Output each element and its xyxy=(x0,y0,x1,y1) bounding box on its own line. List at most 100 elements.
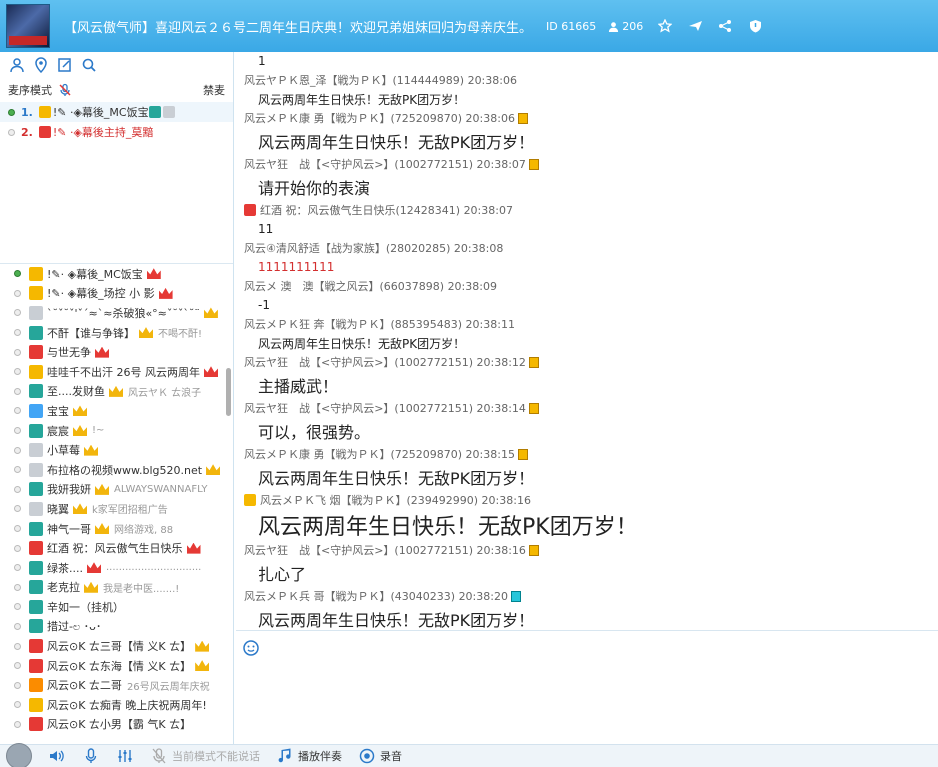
user-list-item[interactable]: 红酒 祝：风云傲气生日快乐 xyxy=(0,538,233,558)
volume-icon[interactable] xyxy=(48,747,66,765)
user-name: 辛如一（挂机） xyxy=(47,600,124,614)
location-icon[interactable] xyxy=(32,56,50,74)
user-name: !✎· ◈幕後_场控 小 影 xyxy=(47,287,155,301)
user-list-item[interactable]: 风云⊙K ㄊ痴青 晚上庆祝两周年! xyxy=(0,695,233,715)
record-icon[interactable] xyxy=(358,747,376,765)
user-list-item[interactable]: 风云⊙K ㄊ二哥 26号风云周年庆祝 xyxy=(0,675,233,695)
user-list-item[interactable]: 哇哇千不出汗 26号 风云两周年 xyxy=(0,362,233,382)
chat-text: 11 xyxy=(258,222,274,236)
chat-sender[interactable]: 风云メＰＫ狂 奔【戦为ＰＫ】(885395483) 20:38:11 xyxy=(244,316,515,332)
user-list-item[interactable]: 措过-ಲ ･ᴗ･ xyxy=(0,617,233,637)
status-dot xyxy=(14,525,21,533)
role-icon xyxy=(29,560,43,575)
user-list-item[interactable]: 至....发财鱼 风云ヤＫ ㄊ浪子 xyxy=(0,382,233,402)
self-avatar[interactable] xyxy=(6,743,32,767)
chat-message: 风云ヤ狂 战【<守护风云>】(1002772151) 20:38:12 主播威武！ xyxy=(236,352,938,398)
equalizer-icon[interactable] xyxy=(116,747,134,765)
chat-sender[interactable]: 风云ヤ狂 战【<守护风云>】(1002772151) 20:38:12 xyxy=(244,354,526,370)
user-list-item[interactable]: `˘ˇ˘ˇ'ˇ´≈`≈杀破狼«°≈ˇ˘ˇ`˘¨ xyxy=(0,303,233,323)
user-name: 至....发财鱼 xyxy=(47,385,105,399)
vip-icon xyxy=(528,544,539,556)
mic-mute-icon[interactable] xyxy=(58,83,72,97)
chat-sender[interactable]: 风云メ 澳 澳【戦之风云】(66037898) 20:38:09 xyxy=(244,278,497,294)
user-list-item[interactable]: 不酐【谁与争锋】 不喝不酐! xyxy=(0,323,233,343)
shield-icon[interactable] xyxy=(747,18,763,34)
user-list-item[interactable]: 绿茶.................................. xyxy=(0,558,233,578)
user-list-item[interactable]: 布拉格の视频www.blg520.net xyxy=(0,460,233,480)
user-list-item[interactable]: 宝宝 xyxy=(0,401,233,421)
mic-queue-item[interactable]: 2. !✎ ·◈幕後主持_莫黯 xyxy=(0,122,233,142)
chat-sender[interactable]: 风云④清风舒适【战为家族】(28020285) 20:38:08 xyxy=(244,240,503,256)
status-dot xyxy=(14,427,21,435)
chat-sender[interactable]: 风云ヤＰＫ恩_泽【戦为ＰＫ】(114444989) 20:38:06 xyxy=(244,72,517,88)
user-list-item[interactable]: 风云⊙K ㄊ小男【霸 气K ㄊ】 xyxy=(0,715,233,735)
user-list-item[interactable]: 神气一哥 网络游戏, 88 xyxy=(0,519,233,539)
user-name: 宝宝 xyxy=(47,404,69,418)
user-list-item[interactable]: 宸宸 !~ xyxy=(0,421,233,441)
user-list-item[interactable]: 晓翼 k家军团招租广告 xyxy=(0,499,233,519)
star-icon[interactable] xyxy=(657,18,673,34)
edit-icon[interactable] xyxy=(56,56,74,74)
emoji-icon[interactable] xyxy=(242,639,260,657)
role-icon xyxy=(29,462,43,477)
chat-sender[interactable]: 风云ヤ狂 战【<守护风云>】(1002772151) 20:38:14 xyxy=(244,400,526,416)
mic-mode-label[interactable]: 麦序模式 xyxy=(8,82,52,98)
chat-sender[interactable]: 风云ヤ狂 战【<守护风云>】(1002772151) 20:38:16 xyxy=(244,542,526,558)
user-name: !✎· ◈幕後_MC饭宝 xyxy=(47,267,143,281)
status-dot xyxy=(14,720,21,728)
user-list-item[interactable]: 辛如一（挂机） xyxy=(0,597,233,617)
user-list-item[interactable]: 与世无争 xyxy=(0,342,233,362)
role-icon xyxy=(38,106,51,118)
chat-sender[interactable]: 红酒 祝：风云傲气生日快乐(12428341) 20:38:07 xyxy=(260,202,513,218)
left-toolbar xyxy=(0,52,233,78)
crown-icon xyxy=(95,523,109,535)
user-list[interactable]: !✎· ◈幕後_MC饭宝 !✎· ◈幕後_场控 小 影 `˘ˇ˘ˇ'ˇ´≈`≈杀破狼… xyxy=(0,264,233,744)
user-list-item[interactable]: !✎· ◈幕後_MC饭宝 xyxy=(0,264,233,284)
viewer-count: 206 xyxy=(608,20,643,33)
role-icon xyxy=(29,305,43,320)
share-icon[interactable] xyxy=(717,18,733,34)
chat-sender[interactable]: 风云メＰＫ康 勇【戦为ＰＫ】(725209870) 20:38:15 xyxy=(244,446,515,462)
status-dot xyxy=(14,622,21,630)
user-list-item[interactable]: 风云⊙K ㄊ东海【情 义K ㄊ】 xyxy=(0,656,233,676)
chat-sender[interactable]: 风云ヤ狂 战【<守护风云>】(1002772151) 20:38:07 xyxy=(244,156,526,172)
crown-icon xyxy=(95,483,109,495)
role-icon xyxy=(29,717,43,732)
accompany-button[interactable]: 播放伴奏 xyxy=(298,748,342,764)
chat-input-area[interactable] xyxy=(236,630,938,744)
left-panel: 麦序模式 禁麦 1. !✎ ·◈幕後_MC饭宝 2. !✎ ·◈幕後主持_莫黯 !✎·… xyxy=(0,52,234,744)
queue-name: !✎ ·◈幕後主持_莫黯 xyxy=(52,126,154,139)
user-name: 绿茶.... xyxy=(47,561,83,575)
people-icon[interactable] xyxy=(8,56,26,74)
music-icon[interactable] xyxy=(276,747,294,765)
user-list-item[interactable]: 老克拉 我是老中医.......! xyxy=(0,578,233,598)
chat-sender[interactable]: 风云メＰＫ兵 哥【戦为ＰＫ】(43040233) 20:38:20 xyxy=(244,588,508,604)
user-list-scrollbar[interactable] xyxy=(226,368,231,416)
user-list-item[interactable]: 我妍我妍 ALWAYSWANNAFLY xyxy=(0,480,233,500)
mic-queue-item[interactable]: 1. !✎ ·◈幕後_MC饭宝 xyxy=(0,102,233,122)
chat-meta: 风云ヤ狂 战【<守护风云>】(1002772151) 20:38:16 xyxy=(244,540,938,560)
user-icon xyxy=(609,21,619,32)
crown-icon xyxy=(195,660,210,672)
chat-meta: 风云ヤ狂 战【<守护风云>】(1002772151) 20:38:14 xyxy=(244,398,938,418)
chat-sender[interactable]: 风云メＰＫ飞 烟【戦为ＰＫ】(239492990) 20:38:16 xyxy=(260,492,531,508)
crown-icon xyxy=(195,640,210,652)
status-dot xyxy=(14,583,21,591)
microphone-icon[interactable] xyxy=(82,747,100,765)
chat-text: 风云两周年生日快乐！无敌PK团万岁！ xyxy=(258,92,466,107)
role-icon xyxy=(29,619,43,634)
search-icon[interactable] xyxy=(80,56,98,74)
user-signature: ALWAYSWANNAFLY xyxy=(114,483,208,495)
user-name: 风云⊙K ㄊ小男【霸 气K ㄊ】 xyxy=(47,718,192,732)
plane-icon[interactable] xyxy=(687,18,703,34)
user-list-item[interactable]: 小草莓 xyxy=(0,440,233,460)
role-icon xyxy=(29,580,43,595)
user-list-item[interactable]: !✎· ◈幕後_场控 小 影 xyxy=(0,284,233,304)
chat-sender[interactable]: 风云メＰＫ康 勇【戦为ＰＫ】(725209870) 20:38:06 xyxy=(244,110,515,126)
crown-icon xyxy=(206,464,221,476)
role-icon xyxy=(29,639,43,654)
user-list-item[interactable]: 风云⊙K ㄊ三哥【情 义K ㄊ】 xyxy=(0,636,233,656)
record-button[interactable]: 录音 xyxy=(380,748,402,764)
user-name: 我妍我妍 xyxy=(47,483,91,497)
ban-mic-button[interactable]: 禁麦 xyxy=(203,82,225,98)
